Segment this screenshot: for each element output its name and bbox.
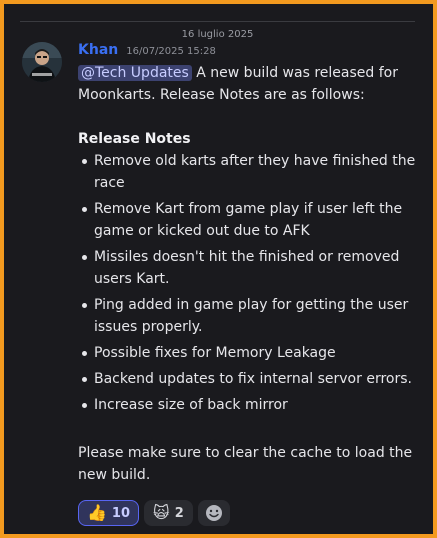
date-divider: 16 luglio 2025 — [20, 21, 415, 40]
list-item: Possible fixes for Memory Leakage — [78, 342, 419, 364]
add-reaction-button[interactable] — [197, 500, 230, 526]
message-timestamp: 16/07/2025 15:28 — [126, 46, 216, 57]
reaction-count: 10 — [111, 505, 131, 521]
reaction-count: 2 — [174, 505, 184, 521]
chat-window: 16 luglio 2025 Khan 16/07/2025 15:28 @Te… — [0, 0, 437, 538]
screaming-cat-icon: 🙀 — [153, 503, 170, 522]
reaction-screaming-cat[interactable]: 🙀 2 — [144, 500, 193, 526]
date-divider-label: 16 luglio 2025 — [175, 29, 260, 40]
reactions-bar: 👍 10 🙀 2 — [78, 500, 230, 526]
list-item: Missiles doesn't hit the finished or rem… — [78, 246, 419, 290]
list-item: Increase size of back mirror — [78, 394, 419, 416]
release-notes-list: Remove old karts after they have finishe… — [78, 150, 419, 416]
list-item: Remove old karts after they have finishe… — [78, 150, 419, 194]
list-item: Backend updates to fix internal servor e… — [78, 368, 419, 390]
message-intro: @Tech Updates A new build was released f… — [78, 62, 419, 106]
user-avatar-icon — [22, 42, 62, 82]
message-body: @Tech Updates A new build was released f… — [78, 62, 419, 486]
message-footer: Please make sure to clear the cache to l… — [78, 445, 413, 483]
list-item: Remove Kart from game play if user left … — [78, 198, 419, 242]
message-header: Khan 16/07/2025 15:28 — [78, 42, 419, 62]
section-title: Release Notes — [78, 131, 191, 147]
reaction-thumbs-up[interactable]: 👍 10 — [78, 500, 140, 526]
thumbs-up-icon: 👍 — [87, 503, 107, 522]
role-mention[interactable]: @Tech Updates — [78, 65, 192, 81]
list-item: Ping added in game play for getting the … — [78, 294, 419, 338]
message: Khan 16/07/2025 15:28 @Tech Updates A ne… — [78, 42, 419, 486]
avatar[interactable] — [22, 42, 62, 82]
smiley-icon — [205, 505, 222, 521]
author-name[interactable]: Khan — [78, 42, 118, 58]
